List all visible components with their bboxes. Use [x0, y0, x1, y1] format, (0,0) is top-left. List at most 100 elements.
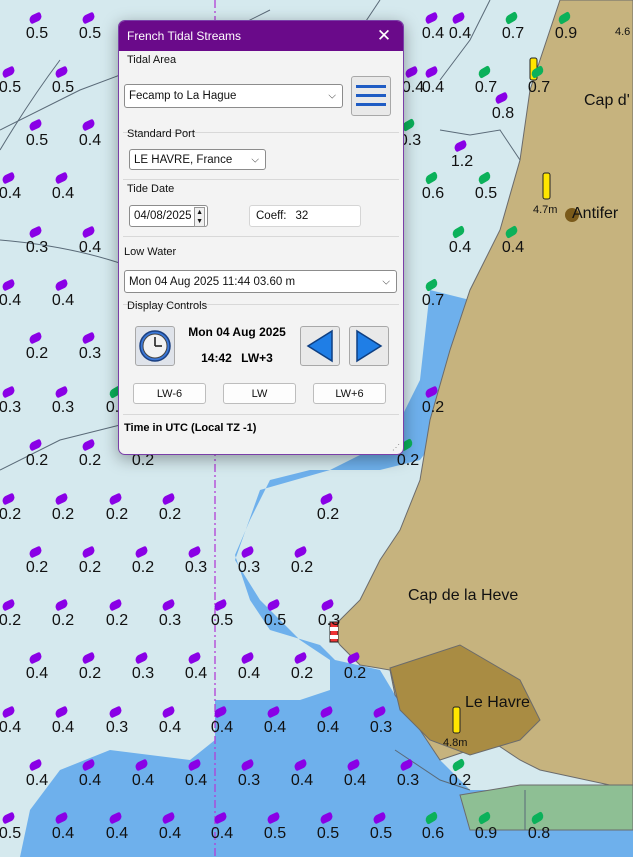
stream-rate-label: 0.3	[237, 559, 261, 576]
stream-rate-label: 0.4	[51, 185, 75, 202]
stream-rate-label: 0.6	[421, 825, 445, 842]
stream-rate-label: 0.3	[131, 665, 155, 682]
low-water-label: Low Water	[124, 246, 177, 258]
stream-rate-label: 0.4	[210, 719, 234, 736]
chevron-down-icon: ⌵	[382, 276, 390, 287]
stream-rate-label: 0.5	[0, 79, 22, 96]
hamburger-menu-icon[interactable]	[351, 76, 391, 116]
stream-rate-label: 0.9	[554, 25, 578, 42]
place-label: Le Havre	[465, 694, 530, 711]
stream-rate-label: 0.5	[263, 612, 287, 629]
stream-rate-label: 0.4	[210, 825, 234, 842]
stream-rate-label: 0.4	[421, 79, 445, 96]
stream-rate-label: 0.6	[421, 185, 445, 202]
stream-rate-label: 0.5	[51, 79, 75, 96]
separator	[123, 414, 399, 415]
triangle-left-icon[interactable]	[300, 326, 340, 366]
tide-date-picker[interactable]: 04/08/2025 ▲ ▼	[129, 205, 208, 227]
stream-rate-label: 0.4	[184, 772, 208, 789]
stream-rate-label: 0.3	[51, 399, 75, 416]
stream-rate-label: 0.4	[158, 719, 182, 736]
stream-rate-label: 0.4	[25, 772, 49, 789]
separator	[123, 179, 399, 180]
stream-rate-label: 0.4	[51, 292, 75, 309]
coeff-value: 32	[295, 210, 309, 222]
stream-rate-label: 0.4	[78, 132, 102, 149]
standard-port-value: LE HAVRE, France	[134, 153, 233, 166]
dialog-titlebar[interactable]: French Tidal Streams ✕	[119, 21, 403, 51]
chevron-down-icon: ⌵	[328, 90, 336, 102]
stream-rate-label: 0.4	[51, 719, 75, 736]
stream-rate-label: 0.4	[290, 772, 314, 789]
stream-rate-label: 0.5	[210, 612, 234, 629]
lw-minus-6-button[interactable]: LW-6	[133, 383, 206, 404]
stream-rate-label: 0.4	[448, 25, 472, 42]
stream-rate-label: 1.2	[450, 153, 474, 170]
stream-rate-label: 0.2	[105, 506, 129, 523]
resize-grip-icon[interactable]: ⋰	[392, 443, 400, 452]
display-date: Mon 04 Aug 2025	[188, 325, 286, 339]
stream-rate-label: 0.2	[421, 399, 445, 416]
stream-rate-label: 0.2	[131, 559, 155, 576]
close-icon[interactable]: ✕	[373, 26, 395, 46]
stream-rate-label: 0.4	[343, 772, 367, 789]
stream-rate-label: 0.4	[78, 239, 102, 256]
tidal-area-select[interactable]: Fecamp to La Hague ⌵	[124, 84, 343, 108]
stream-rate-label: 0.3	[25, 239, 49, 256]
stream-rate-label: 0.3	[78, 345, 102, 362]
stream-rate-label: 0.5	[25, 132, 49, 149]
stream-rate-label: 0.4	[421, 25, 445, 42]
tidal-area-value: Fecamp to La Hague	[129, 90, 237, 102]
standard-port-select[interactable]: LE HAVRE, France ⌵	[129, 149, 266, 170]
display-offset: LW+3	[241, 351, 273, 365]
stream-rate-label: 0.4	[25, 665, 49, 682]
stream-rate-label: 0.4	[448, 239, 472, 256]
triangle-right-icon[interactable]	[349, 326, 389, 366]
stream-rate-label: 0.7	[527, 79, 551, 96]
stream-rate-label: 0.2	[78, 559, 102, 576]
stream-rate-label: 0.4	[131, 772, 155, 789]
stream-rate-label: 0.2	[25, 452, 49, 469]
stream-rate-label: 0.4	[0, 719, 22, 736]
stream-rate-label: 0.7	[501, 25, 525, 42]
low-water-select[interactable]: Mon 04 Aug 2025 11:44 03.60 m ⌵	[124, 270, 397, 293]
place-label: Cap d'	[584, 92, 630, 109]
stream-rate-label: 0.2	[290, 665, 314, 682]
stream-rate-label: 0.2	[0, 612, 22, 629]
place-label: Antifer	[572, 205, 619, 222]
green-area	[459, 784, 633, 831]
clock-icon[interactable]	[135, 326, 175, 366]
stream-rate-label: 0.5	[0, 825, 22, 842]
date-spinner-icon[interactable]: ▲ ▼	[194, 207, 205, 227]
stream-rate-label: 0.5	[263, 825, 287, 842]
display-time-row: 14:42 LW+3	[181, 351, 293, 365]
depth-buoy-havre	[452, 706, 461, 734]
stream-rate-label: 0.3	[158, 612, 182, 629]
stream-rate-label: 0.2	[25, 559, 49, 576]
display-time: 14:42	[201, 351, 232, 365]
stream-rate-label: 0.5	[316, 825, 340, 842]
coeff-label: Coeff:	[256, 210, 287, 222]
stream-rate-label: 0.2	[25, 345, 49, 362]
stream-rate-label: 0.4	[51, 825, 75, 842]
stream-rate-label: 0.2	[343, 665, 367, 682]
depth-label: 4.8m	[443, 737, 468, 749]
stream-rate-label: 0.2	[78, 452, 102, 469]
stream-rate-label: 0.3	[369, 719, 393, 736]
stream-rate-label: 0.2	[0, 506, 22, 523]
stream-rate-label: 0.4	[316, 719, 340, 736]
tide-date-label: Tide Date	[127, 183, 175, 195]
stream-rate-label: 0.5	[78, 25, 102, 42]
stream-rate-label: 0.5	[369, 825, 393, 842]
lw-button[interactable]: LW	[223, 383, 296, 404]
depth-label: 4.6	[615, 26, 631, 38]
low-water-value: Mon 04 Aug 2025 11:44 03.60 m	[129, 275, 296, 288]
lw-plus-6-button[interactable]: LW+6	[313, 383, 386, 404]
stream-rate-label: 0.4	[78, 772, 102, 789]
stream-rate-label: 0.3	[237, 772, 261, 789]
stream-rate-label: 0.3	[317, 612, 341, 629]
stream-rate-label: 0.4	[237, 665, 261, 682]
stream-rate-label: 0.4	[158, 825, 182, 842]
stream-rate-label: 0.4	[0, 292, 22, 309]
time-note: Time in UTC (Local TZ -1)	[124, 422, 257, 434]
